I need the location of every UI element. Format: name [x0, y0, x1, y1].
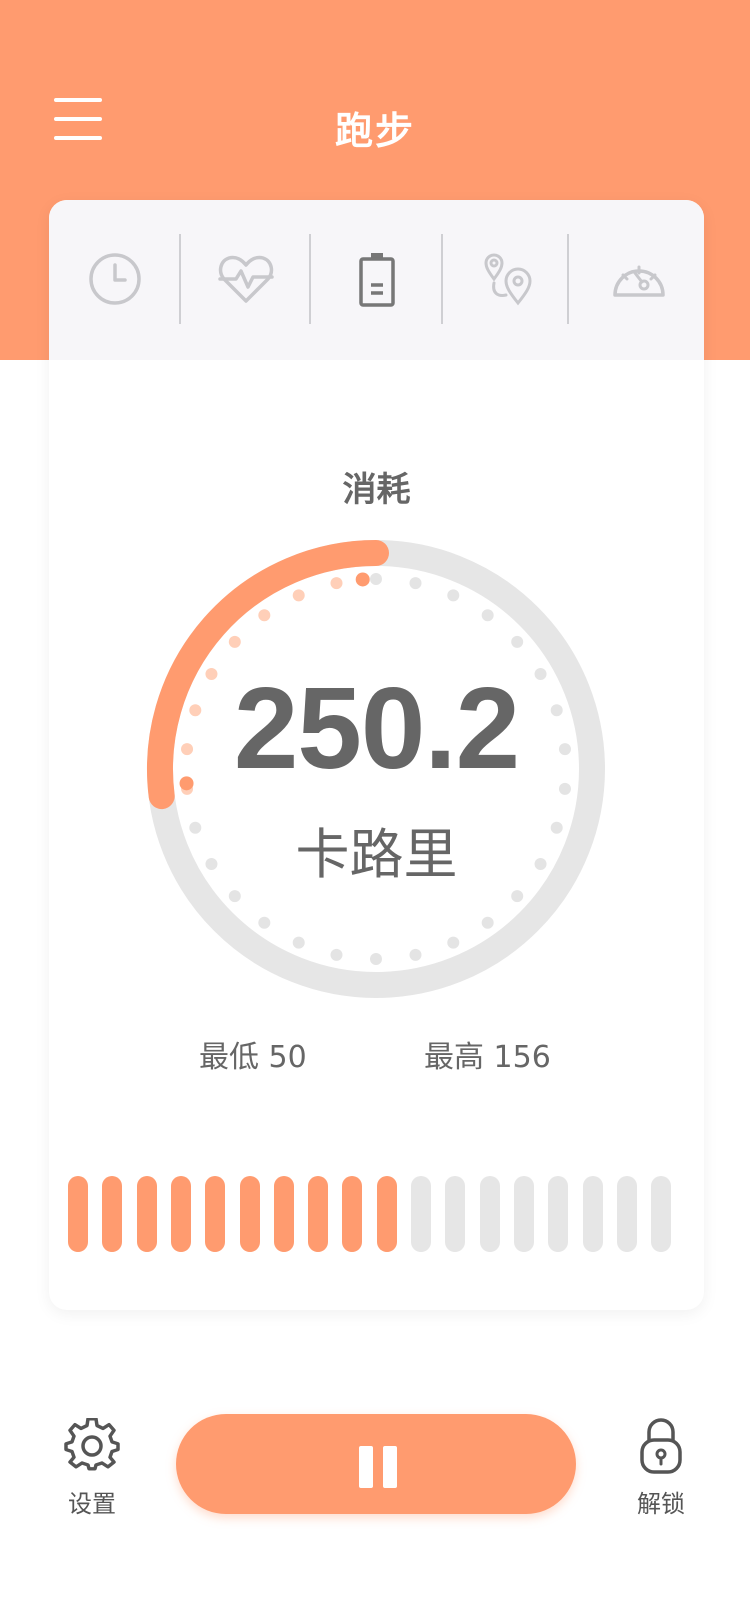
min-value: 最低 50 [199, 1040, 307, 1075]
settings-button[interactable]: 设置 [58, 1417, 126, 1519]
gauge-tick [258, 916, 271, 929]
pause-button[interactable] [176, 1414, 576, 1514]
tab-speed[interactable] [573, 232, 704, 326]
pause-icon-bar [383, 1446, 397, 1488]
battery-icon [358, 253, 395, 307]
progress-bar-segment [205, 1176, 226, 1252]
progress-bar-segment [651, 1176, 672, 1252]
location-route-icon [483, 253, 532, 306]
unlock-label: 解锁 [637, 1490, 685, 1518]
tab-divider [567, 234, 569, 324]
gauge-tick [370, 953, 382, 965]
progress-bar-segment [376, 1176, 397, 1252]
progress-bar-segment [68, 1176, 88, 1252]
progress-bar-segment [170, 1176, 191, 1252]
page-title: 跑步 [334, 109, 415, 153]
gauge-tick [481, 916, 494, 929]
gauge-tick [409, 948, 422, 961]
progress-bar-segment [273, 1176, 294, 1252]
gauge-tick [511, 890, 524, 903]
gauge-tick [292, 936, 305, 949]
progress-bar-segment [513, 1176, 534, 1252]
metric-tabs [49, 200, 704, 360]
pause-icon [359, 1446, 373, 1488]
lock-icon [640, 1418, 682, 1474]
progress-bar-segment [308, 1176, 329, 1252]
progress-bar-segment [239, 1176, 260, 1252]
gauge-tick [228, 890, 241, 903]
tab-time[interactable] [49, 232, 180, 326]
gauge-tick [481, 609, 494, 622]
heartbeat-icon [217, 255, 274, 303]
progress-bar-segment [445, 1176, 466, 1252]
gauge-tick [330, 577, 343, 590]
gauge-tick [292, 589, 305, 602]
progress-bar-segment [102, 1176, 123, 1252]
progress-bar-segment [479, 1176, 500, 1252]
progress-bar-segment [548, 1176, 569, 1252]
gear-icon [64, 1417, 120, 1471]
metric-card: 消耗 250.2 卡路里 最低 50 最高 156 [49, 200, 704, 1310]
max-value: 最高 156 [424, 1040, 551, 1075]
unlock-button[interactable]: 解锁 [626, 1418, 696, 1519]
speedometer-icon [612, 265, 665, 297]
clock-icon [88, 253, 141, 305]
metric-label: 消耗 [342, 470, 411, 510]
gauge-tick [447, 589, 460, 602]
gauge-tick [511, 635, 524, 648]
progress-bar-segment [342, 1176, 363, 1252]
tab-route[interactable] [442, 232, 573, 326]
progress-bars [68, 1176, 672, 1252]
progress-bar-segment [411, 1176, 431, 1252]
gauge-tick [447, 936, 460, 949]
settings-label: 设置 [68, 1490, 116, 1518]
gauge-tick [228, 635, 241, 648]
progress-bar-segment [582, 1176, 603, 1252]
gauge-marker [355, 572, 370, 587]
tab-calories[interactable] [311, 232, 442, 326]
gauge-tick [258, 609, 271, 622]
progress-bar-segment [136, 1176, 157, 1252]
gauge-tick [409, 577, 422, 590]
gauge-tick [330, 948, 343, 961]
gauge-tick [370, 573, 382, 585]
progress-bar-segment [616, 1176, 637, 1252]
calorie-value: 250.2 [233, 663, 520, 793]
calorie-unit: 卡路里 [295, 823, 458, 886]
tab-heart-rate[interactable] [180, 232, 311, 326]
